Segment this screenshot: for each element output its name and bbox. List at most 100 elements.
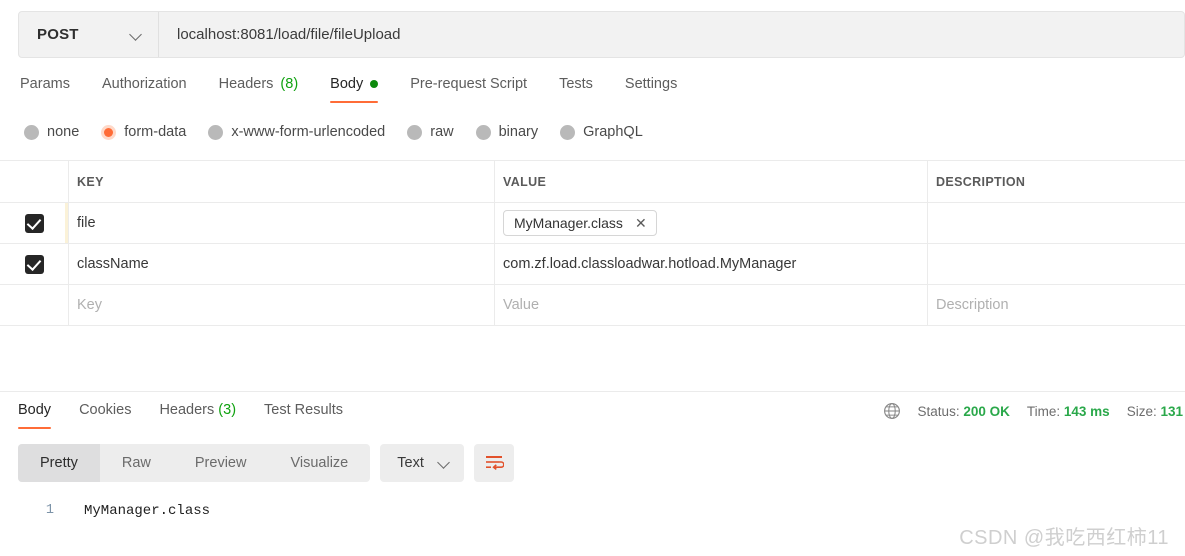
tab-settings[interactable]: Settings [609, 72, 693, 103]
body-type-binary-label: binary [498, 124, 539, 140]
body-type-binary[interactable]: binary [475, 124, 539, 140]
radio-icon [475, 124, 491, 140]
body-type-urlencoded-label: x-www-form-urlencoded [231, 124, 386, 140]
table-placeholder-row: Key Value Description [0, 285, 1185, 326]
body-type-urlencoded[interactable]: x-www-form-urlencoded [208, 124, 385, 140]
response-format-select[interactable]: Text [380, 444, 464, 482]
response-tab-cookies-label: Cookies [79, 402, 132, 418]
response-tab-test-results[interactable]: Test Results [250, 400, 357, 429]
response-body-toolbar: Pretty Raw Preview Visualize Text [18, 444, 514, 482]
tab-body-label: Body [330, 76, 364, 92]
file-chip[interactable]: MyManager.class ✕ [503, 210, 657, 236]
url-input[interactable] [159, 12, 1184, 57]
placeholder-description-cell[interactable]: Description [928, 285, 1185, 325]
response-tab-headers[interactable]: Headers (3) [145, 400, 250, 429]
file-chip-label: MyManager.class [514, 215, 623, 231]
response-tab-test-results-label: Test Results [264, 402, 344, 418]
table-header-row: KEY VALUE DESCRIPTION [0, 161, 1185, 203]
row-key-cell[interactable]: file [69, 203, 495, 243]
tab-tests[interactable]: Tests [543, 72, 609, 103]
view-mode-visualize[interactable]: Visualize [268, 444, 370, 482]
tab-headers-count: (8) [280, 76, 299, 92]
chevron-down-icon [130, 29, 142, 41]
radio-icon [24, 124, 39, 140]
table-row: className com.zf.load.classloadwar.hotlo… [0, 244, 1185, 285]
placeholder-checkbox-cell [0, 285, 69, 325]
row-description-cell[interactable] [928, 244, 1185, 284]
radio-icon [560, 124, 576, 140]
row-description-cell[interactable] [928, 203, 1185, 243]
table-row: file MyManager.class ✕ [0, 203, 1185, 244]
body-type-graphql[interactable]: GraphQL [560, 124, 643, 140]
placeholder-value-cell[interactable]: Value [495, 285, 928, 325]
body-type-form-data[interactable]: form-data [101, 124, 186, 140]
view-mode-visualize-label: Visualize [290, 455, 349, 471]
response-status-bar: Status: 200 OK Time: 143 ms Size: 131 [883, 402, 1185, 420]
status-group: Status: 200 OK [918, 404, 1010, 419]
response-section-divider [0, 391, 1185, 392]
tab-pre-request-script[interactable]: Pre-request Script [394, 72, 543, 103]
body-type-raw-label: raw [430, 124, 454, 140]
row-checkbox-cell [0, 203, 69, 243]
row-checkbox-cell [0, 244, 69, 284]
body-type-radio-group: none form-data x-www-form-urlencoded raw… [24, 124, 643, 140]
tab-authorization-label: Authorization [101, 76, 187, 92]
row-enable-checkbox[interactable] [24, 213, 44, 233]
body-type-graphql-label: GraphQL [583, 124, 643, 140]
placeholder-value-text: Value [503, 297, 540, 313]
tab-headers[interactable]: Headers (8) [203, 72, 315, 103]
tab-pre-request-script-label: Pre-request Script [410, 76, 528, 92]
form-data-table: KEY VALUE DESCRIPTION file MyManager.cla… [0, 160, 1185, 326]
request-tabs: Params Authorization Headers (8) Body Pr… [0, 72, 1185, 108]
row-value-cell[interactable]: com.zf.load.classloadwar.hotload.MyManag… [495, 244, 928, 284]
body-type-none[interactable]: none [24, 124, 79, 140]
radio-icon [208, 124, 224, 140]
view-mode-raw[interactable]: Raw [100, 444, 173, 482]
response-tab-cookies[interactable]: Cookies [65, 400, 145, 429]
body-type-none-label: none [47, 124, 80, 140]
header-value-cell: VALUE [495, 161, 928, 202]
code-line-text: MyManager.class [84, 503, 211, 519]
view-mode-pretty-label: Pretty [40, 455, 78, 471]
header-description-label: DESCRIPTION [936, 174, 1026, 189]
view-mode-preview-label: Preview [194, 455, 247, 471]
radio-icon [407, 124, 423, 140]
header-value-label: VALUE [503, 174, 547, 189]
word-wrap-button[interactable] [473, 444, 514, 482]
globe-icon [883, 403, 900, 419]
placeholder-key-cell[interactable]: Key [69, 285, 495, 325]
size-value: 131 [1160, 403, 1183, 419]
response-tab-headers-label: Headers [159, 402, 215, 418]
http-method-label: POST [37, 26, 79, 43]
time-label: Time: [1026, 403, 1061, 419]
radio-selected-icon [101, 124, 117, 140]
status-value: 200 OK [963, 403, 1010, 419]
response-tab-body-label: Body [18, 402, 52, 418]
body-type-raw[interactable]: raw [407, 124, 454, 140]
header-description-cell: DESCRIPTION [928, 161, 1185, 202]
header-key-cell: KEY [69, 161, 495, 202]
row-enable-checkbox[interactable] [24, 254, 44, 274]
view-mode-raw-label: Raw [121, 455, 151, 471]
row-value-cell[interactable]: MyManager.class ✕ [495, 203, 928, 243]
view-mode-preview[interactable]: Preview [173, 444, 269, 482]
response-tab-body[interactable]: Body [18, 400, 65, 429]
row-modified-indicator [65, 203, 68, 243]
row-key-cell[interactable]: className [69, 244, 495, 284]
placeholder-key-text: Key [77, 297, 102, 313]
line-number: 1 [45, 503, 54, 518]
tab-params[interactable]: Params [20, 72, 86, 103]
close-icon[interactable]: ✕ [635, 216, 647, 230]
header-key-label: KEY [77, 174, 104, 189]
response-view-mode-group: Pretty Raw Preview Visualize [18, 444, 371, 482]
status-label: Status: [917, 403, 960, 419]
view-mode-pretty[interactable]: Pretty [18, 444, 100, 482]
http-method-select[interactable]: POST [19, 12, 159, 57]
size-group: Size: 131 [1127, 404, 1183, 419]
row-key-text: file [77, 215, 96, 231]
tab-tests-label: Tests [559, 76, 593, 92]
tab-params-label: Params [20, 76, 70, 92]
tab-body[interactable]: Body [314, 72, 394, 103]
tab-authorization[interactable]: Authorization [86, 72, 203, 103]
time-value: 143 ms [1063, 403, 1110, 419]
